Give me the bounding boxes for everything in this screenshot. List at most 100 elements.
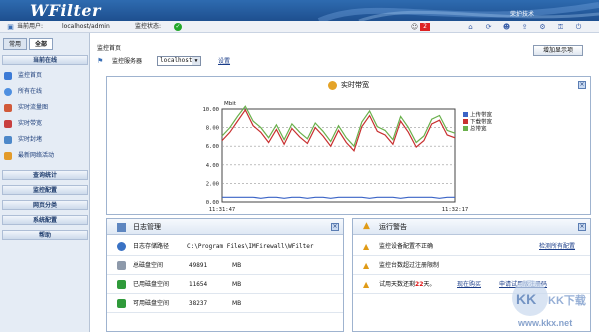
close-icon[interactable]: × [578,81,586,89]
y-tick-label: 8.00 [206,126,219,132]
section-online[interactable]: 当前在线 [2,55,88,65]
disk-total-unit: MB [232,262,242,269]
log-path-value: C:\Program Files\IMFirewall\WFilter [187,243,314,250]
log-path-row: 日志存储路径 C:\Program Files\IMFirewall\WFilt… [107,237,343,256]
disk-total-label: 总磁盘空间 [133,262,164,269]
sidebar: 常用 全部 当前在线 监控首页 所有在线 实时流量图 实时带宽 实时封堵 最新网… [0,33,90,332]
y-axis-label: Mbit [224,101,237,107]
section-system-config[interactable]: 系统配置 [2,215,88,225]
section-web-category[interactable]: 网页分类 [2,200,88,210]
add-display-item-button[interactable]: 增加显示项 [533,45,583,56]
user-icon[interactable]: ☻ [502,23,511,31]
legend-swatch [463,126,468,131]
key-icon[interactable]: ⚿ [556,23,565,31]
close-icon[interactable]: × [331,223,339,231]
chart-plot-area [221,108,456,203]
tab-all[interactable]: 全部 [29,38,53,50]
disk-free-unit: MB [232,300,242,307]
warning-icon: ▲ [363,261,370,270]
disk-total-value: 49891 [189,262,208,269]
alert-panel-header: ▲ 运行警告 [353,219,590,235]
y-tick-label: 6.00 [206,144,219,150]
monitor-status-label: 监控状态: [135,23,162,30]
disk-free-label: 可用磁盘空间 [133,300,170,307]
bandwidth-icon [4,120,12,128]
disk-icon [117,261,126,270]
server-label: 监控服务器 [112,58,143,65]
header-right-text: 荣护技术 [510,11,535,18]
settings-link[interactable]: 设置 [218,56,230,65]
y-tick-label: 10.00 [202,107,219,113]
settings-icon[interactable]: ⚙ [538,23,547,31]
app-header: WFilter 荣护技术 [0,0,599,21]
warning-icon: ▲ [363,242,370,251]
bandwidth-icon [328,80,337,90]
site-watermark: KK KK下载 www.kkx.net [512,280,586,328]
disk-free-row: 可用磁盘空间 38237 MB [107,294,343,313]
trial-suffix: 天。 [423,281,436,288]
logout-icon[interactable]: ⏻ [574,23,583,31]
server-small-icon: ⚑ [97,57,104,65]
warning-icon: ▲ [363,280,370,289]
legend-label: 总带宽 [470,125,487,133]
bandwidth-panel-title: 实时带宽 [341,81,369,89]
home-toolbar-icon[interactable]: ⌂ [466,23,475,31]
export-icon[interactable]: ⇪ [520,23,529,31]
chevron-down-icon: ▼ [192,57,200,65]
x-tick-label-end: 11:32:17 [442,207,469,213]
y-tick-label: 0.00 [206,200,219,206]
disk-used-row: 已用磁盘空间 11654 MB [107,275,343,294]
server-select-value: localhost [160,57,193,64]
check-all-config-link[interactable]: 检测所有配置 [539,237,575,256]
disk-free-icon [117,299,126,308]
log-panel-header: 日志管理 [107,219,343,235]
alert-row-config: ▲ 监控设备配置不正确 检测所有配置 [353,237,590,256]
users-icon [4,88,12,96]
bandwidth-panel: 实时带宽 × 10.00 8.00 6.00 4.00 2.00 0.00 Mbit 11:3… [106,76,591,215]
disk-total-row: 总磁盘空间 49891 MB [107,256,343,275]
bandwidth-panel-header: 实时带宽 [107,77,590,93]
disk-used-label: 已用磁盘空间 [133,281,170,288]
watermark-text1: KK下载 [548,293,586,307]
legend-label: 上传带宽 [470,111,493,119]
app-logo: WFilter [30,1,101,20]
status-bar: ▣ 当前用户: localhost/admin 监控状态: ✓ ☺ 2 ⌂ ⟳ … [0,21,599,33]
section-query-stats[interactable]: 查询统计 [2,170,88,180]
breadcrumb: 监控首页 [97,45,122,52]
alert-count-badge[interactable]: 2 [420,23,430,31]
buy-now-link[interactable]: 现在购买 [457,275,481,294]
alert-panel-title: 运行警告 [379,223,407,231]
tab-common[interactable]: 常用 [3,38,27,50]
warning-icon: ▲ [363,221,370,231]
disk-free-value: 38237 [189,300,208,307]
legend-swatch [463,119,468,124]
alert-person-icon[interactable]: ☺ [410,23,419,31]
close-icon[interactable]: × [578,223,586,231]
activity-icon [4,152,12,160]
x-tick-label-start: 11:31:47 [209,207,236,213]
section-monitor-config[interactable]: 监控配置 [2,185,88,195]
disk-used-unit: MB [232,281,242,288]
svg-text:KK: KK [516,291,536,307]
alert-config-text: 监控设备配置不正确 [379,243,434,250]
header-decoration [317,2,599,21]
log-path-label: 日志存储路径 [133,243,170,250]
bandwidth-chart: 10.00 8.00 6.00 4.00 2.00 0.00 Mbit 11:31:47 11:… [202,101,493,213]
traffic-icon [4,104,12,112]
refresh-icon[interactable]: ⟳ [484,23,493,31]
globe-icon [117,242,126,251]
log-panel-title: 日志管理 [133,223,161,231]
watermark-text2: www.kkx.net [517,318,572,328]
current-user-value: localhost/admin [62,23,110,30]
y-tick-label: 4.00 [206,163,219,169]
alert-limit-text: 监控台数超过注册限制 [379,262,440,269]
server-icon: ▣ [7,23,14,31]
block-icon [4,136,12,144]
server-select[interactable]: localhost ▼ [157,56,201,66]
log-panel: 日志管理 × 日志存储路径 C:\Program Files\IMFirewal… [106,218,344,332]
y-tick-label: 2.00 [206,181,219,187]
trial-text: 试用天数还剩22天。 [379,275,435,294]
section-help[interactable]: 帮助 [2,230,88,240]
disk-used-value: 11654 [189,281,208,288]
log-icon [117,223,126,232]
